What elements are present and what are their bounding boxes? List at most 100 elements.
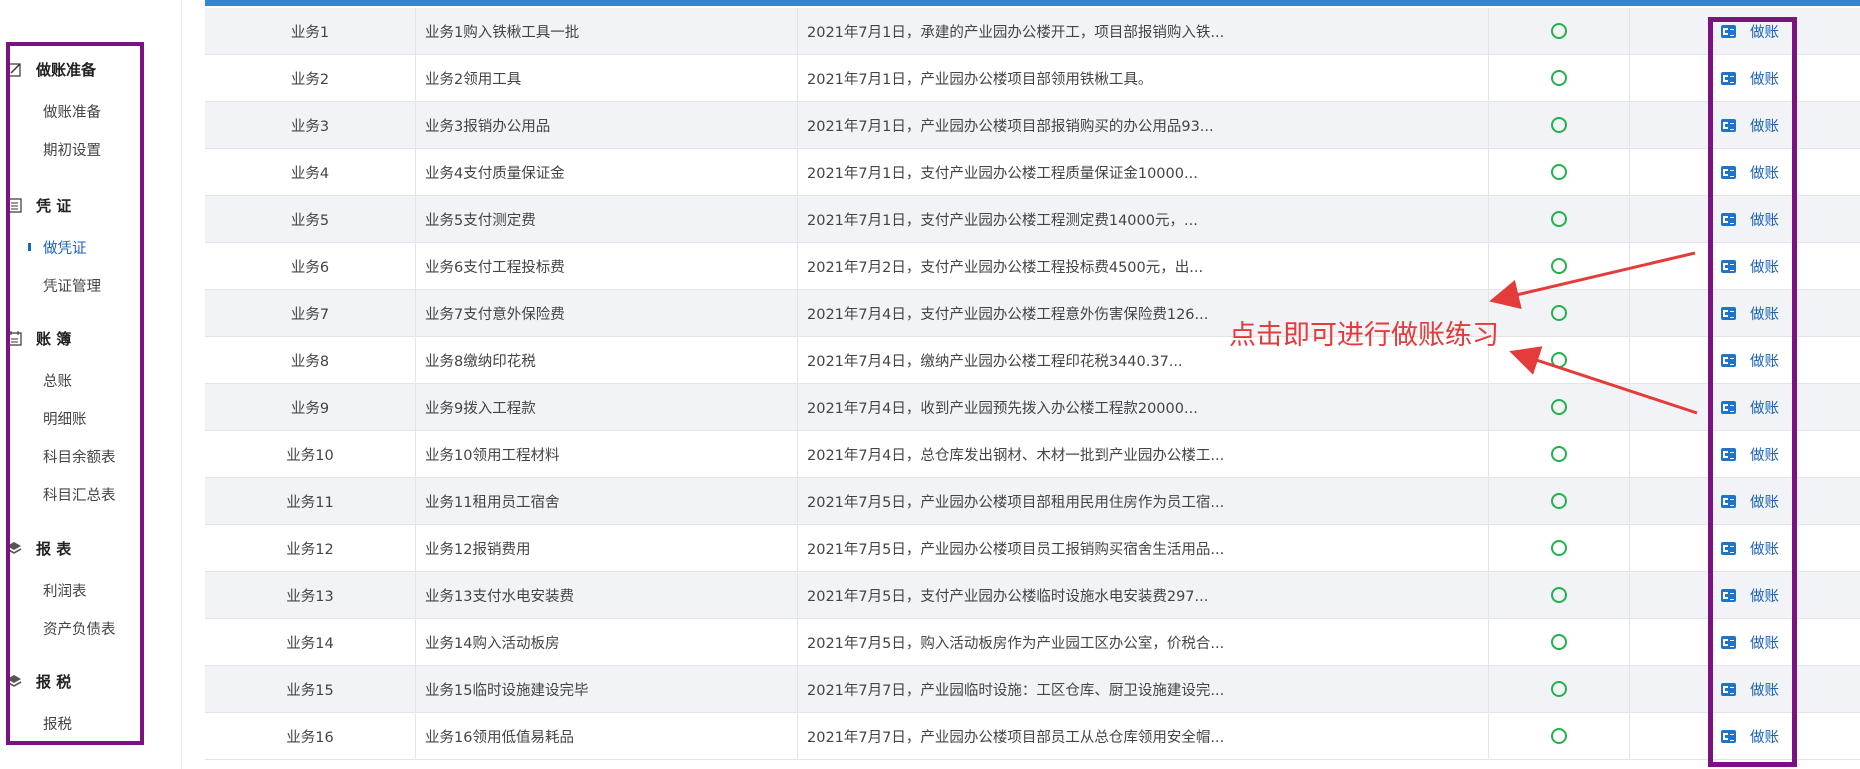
ledger-icon xyxy=(1721,635,1736,649)
ledger-icon xyxy=(1721,353,1736,367)
business-name: 业务10 xyxy=(286,447,334,464)
do-accounting-button[interactable]: 做账 xyxy=(1721,350,1779,371)
business-name: 业务2 xyxy=(290,71,330,88)
business-name-cell: 业务13 xyxy=(205,572,416,618)
business-desc-cell: 2021年7月7日，产业园临时设施：工区仓库、厨卫设施建设完... xyxy=(798,666,1489,712)
business-desc-cell: 2021年7月1日，产业园办公楼项目部报销购买的办公用品93... xyxy=(798,102,1489,148)
ledger-icon xyxy=(1721,212,1736,226)
business-name: 业务3 xyxy=(290,118,330,135)
action-cell: 做账 xyxy=(1630,713,1860,759)
action-cell: 做账 xyxy=(1630,243,1860,289)
business-title: 业务12报销费用 xyxy=(425,541,531,558)
business-title-cell: 业务13支付水电安装费 xyxy=(416,572,798,618)
table-row: 业务12 业务12报销费用 2021年7月5日，产业园办公楼项目员工报销购买宿舍生活… xyxy=(205,525,1860,572)
status-cell xyxy=(1489,713,1630,759)
business-title-cell: 业务15临时设施建设完毕 xyxy=(416,666,798,712)
table-row: 业务4 业务4支付质量保证金 2021年7月1日，支付产业园办公楼工程质量保证金10… xyxy=(205,149,1860,196)
business-name: 业务12 xyxy=(286,541,334,558)
business-title-cell: 业务12报销费用 xyxy=(416,525,798,571)
business-name-cell: 业务11 xyxy=(205,478,416,524)
do-accounting-label: 做账 xyxy=(1750,118,1779,135)
business-name: 业务5 xyxy=(290,212,330,229)
status-circle-icon xyxy=(1551,211,1567,227)
status-cell xyxy=(1489,290,1630,336)
business-title-cell: 业务7支付意外保险费 xyxy=(416,290,798,336)
do-accounting-label: 做账 xyxy=(1750,541,1779,558)
business-name-cell: 业务10 xyxy=(205,431,416,477)
business-title-cell: 业务2领用工具 xyxy=(416,55,798,101)
business-name-cell: 业务3 xyxy=(205,102,416,148)
do-accounting-label: 做账 xyxy=(1750,635,1779,652)
business-desc-cell: 2021年7月2日，支付产业园办公楼工程投标费4500元，出... xyxy=(798,243,1489,289)
status-circle-icon xyxy=(1551,352,1567,368)
ledger-icon xyxy=(1721,400,1736,414)
do-accounting-button[interactable]: 做账 xyxy=(1721,209,1779,230)
business-title: 业务2领用工具 xyxy=(425,71,522,88)
do-accounting-button[interactable]: 做账 xyxy=(1721,444,1779,465)
table-row: 业务2 业务2领用工具 2021年7月1日，产业园办公楼项目部领用铁楸工具。 做账 xyxy=(205,55,1860,102)
business-desc-cell: 2021年7月5日，支付产业园办公楼临时设施水电安装费297... xyxy=(798,572,1489,618)
business-title: 业务1购入铁楸工具一批 xyxy=(425,24,580,41)
status-circle-icon xyxy=(1551,70,1567,86)
business-name: 业务4 xyxy=(290,165,330,182)
status-cell xyxy=(1489,337,1630,383)
business-title-cell: 业务1购入铁楸工具一批 xyxy=(416,8,798,54)
business-description: 2021年7月5日，支付产业园办公楼临时设施水电安装费297... xyxy=(807,588,1209,605)
business-title-cell: 业务16领用低值易耗品 xyxy=(416,713,798,759)
business-name-cell: 业务14 xyxy=(205,619,416,665)
sidebar-highlight-frame xyxy=(6,42,144,745)
action-cell: 做账 xyxy=(1630,572,1860,618)
do-accounting-label: 做账 xyxy=(1750,682,1779,699)
business-description: 2021年7月1日，支付产业园办公楼工程测定费14000元，... xyxy=(807,212,1198,229)
status-cell xyxy=(1489,149,1630,195)
do-accounting-button[interactable]: 做账 xyxy=(1721,538,1779,559)
status-circle-icon xyxy=(1551,164,1567,180)
business-name: 业务16 xyxy=(286,729,334,746)
business-desc-cell: 2021年7月1日，承建的产业园办公楼开工，项目部报销购入铁... xyxy=(798,8,1489,54)
business-desc-cell: 2021年7月4日，收到产业园预先拨入办公楼工程款20000... xyxy=(798,384,1489,430)
table-row: 业务6 业务6支付工程投标费 2021年7月2日，支付产业园办公楼工程投标费4500… xyxy=(205,243,1860,290)
status-circle-icon xyxy=(1551,587,1567,603)
do-accounting-button[interactable]: 做账 xyxy=(1721,679,1779,700)
table-row: 业务3 业务3报销办公用品 2021年7月1日，产业园办公楼项目部报销购买的办公用品… xyxy=(205,102,1860,149)
do-accounting-button[interactable]: 做账 xyxy=(1721,68,1779,89)
business-title: 业务5支付测定费 xyxy=(425,212,536,229)
ledger-icon xyxy=(1721,447,1736,461)
business-desc-cell: 2021年7月1日，支付产业园办公楼工程质量保证金10000... xyxy=(798,149,1489,195)
business-name: 业务8 xyxy=(290,353,330,370)
business-description: 2021年7月4日，收到产业园预先拨入办公楼工程款20000... xyxy=(807,400,1198,417)
do-accounting-button[interactable]: 做账 xyxy=(1721,397,1779,418)
business-name: 业务1 xyxy=(290,24,330,41)
business-title-cell: 业务3报销办公用品 xyxy=(416,102,798,148)
do-accounting-button[interactable]: 做账 xyxy=(1721,303,1779,324)
status-cell xyxy=(1489,196,1630,242)
do-accounting-button[interactable]: 做账 xyxy=(1721,726,1779,747)
business-title: 业务9拨入工程款 xyxy=(425,400,536,417)
do-accounting-button[interactable]: 做账 xyxy=(1721,585,1779,606)
action-cell: 做账 xyxy=(1630,196,1860,242)
status-circle-icon xyxy=(1551,493,1567,509)
do-accounting-button[interactable]: 做账 xyxy=(1721,21,1779,42)
table-row: 业务1 业务1购入铁楸工具一批 2021年7月1日，承建的产业园办公楼开工，项目部报… xyxy=(205,8,1860,55)
action-cell: 做账 xyxy=(1630,102,1860,148)
ledger-icon xyxy=(1721,494,1736,508)
status-circle-icon xyxy=(1551,540,1567,556)
ledger-icon xyxy=(1721,24,1736,38)
sidebar: 做账准备 做账准备 期初设置凭 证做凭证 凭证管理账 簿总账 明细账 科目余额表 科目汇总表… xyxy=(0,0,182,769)
do-accounting-button[interactable]: 做账 xyxy=(1721,491,1779,512)
do-accounting-button[interactable]: 做账 xyxy=(1721,256,1779,277)
do-accounting-button[interactable]: 做账 xyxy=(1721,632,1779,653)
business-description: 2021年7月4日，总仓库发出钢材、木材一批到产业园办公楼工... xyxy=(807,447,1225,464)
business-name-cell: 业务15 xyxy=(205,666,416,712)
business-title: 业务10领用工程材料 xyxy=(425,447,560,464)
status-cell xyxy=(1489,478,1630,524)
business-description: 2021年7月7日，产业园办公楼项目部员工从总仓库领用安全帽... xyxy=(807,729,1225,746)
business-table: 业务1 业务1购入铁楸工具一批 2021年7月1日，承建的产业园办公楼开工，项目部报… xyxy=(205,0,1860,769)
business-desc-cell: 2021年7月5日，产业园办公楼项目员工报销购买宿舍生活用品... xyxy=(798,525,1489,571)
ledger-icon xyxy=(1721,682,1736,696)
ledger-icon xyxy=(1721,306,1736,320)
do-accounting-button[interactable]: 做账 xyxy=(1721,115,1779,136)
do-accounting-button[interactable]: 做账 xyxy=(1721,162,1779,183)
table-row: 业务5 业务5支付测定费 2021年7月1日，支付产业园办公楼工程测定费14000元… xyxy=(205,196,1860,243)
do-accounting-label: 做账 xyxy=(1750,306,1779,323)
